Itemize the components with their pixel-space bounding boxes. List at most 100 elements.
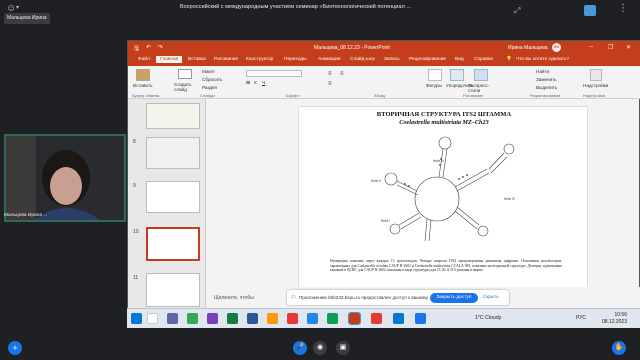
app-icon[interactable] (287, 313, 298, 324)
tab-view[interactable]: Вид (455, 57, 464, 62)
clipboard-icon[interactable] (136, 69, 150, 81)
excel-icon[interactable] (227, 313, 238, 324)
tab-animation[interactable]: Анимация (318, 57, 341, 62)
bottom-controls: + 🎤 ◉ ▣ ✋ (0, 336, 640, 360)
app-icon[interactable] (327, 313, 338, 324)
tab-slideshow[interactable]: Слайд-шоу (350, 57, 375, 62)
slide-thumbnail[interactable] (146, 181, 200, 213)
shapes-button[interactable]: Фигуры (426, 83, 442, 88)
slide-canvas[interactable]: ВТОРИЧНАЯ СТРУКТУРА ITS2 ШТАММА Coelastr… (298, 106, 588, 289)
app-icon[interactable] (167, 313, 178, 324)
numbering-icon[interactable]: ≡ (340, 71, 344, 77)
screen-share-bar: ▭ Приложению bbb233.bspu.ru предоставлен… (287, 290, 509, 305)
chrome-icon[interactable] (307, 313, 318, 324)
clock-date[interactable]: 08.12.2023 (597, 319, 627, 325)
new-slide-button[interactable]: Создать слайд (174, 82, 198, 92)
tab-design[interactable]: Конструктор (246, 57, 273, 62)
tab-review[interactable]: Рецензирование (409, 57, 446, 62)
helix-label: Helix I (381, 219, 390, 223)
addins-icon[interactable] (590, 69, 602, 81)
hide-button[interactable]: Скрыть (483, 294, 499, 299)
undo-icon[interactable]: ↶ (146, 44, 151, 51)
maximize-icon[interactable]: ⤢ (514, 6, 520, 16)
camera-icon[interactable]: ◉ (313, 341, 327, 355)
slide-caption: Нумерация показана через каждые 15 нукле… (330, 259, 562, 272)
align-icon[interactable]: ≡ (328, 81, 332, 87)
select-button[interactable]: Выделить (536, 85, 557, 90)
stop-sharing-button[interactable]: Закрыть доступ (430, 293, 478, 303)
new-slide-icon[interactable] (178, 69, 192, 79)
tab-file[interactable]: Файл (138, 57, 150, 62)
redo-icon[interactable]: ↷ (158, 44, 163, 51)
slide-thumbnail[interactable] (146, 103, 200, 129)
paste-button[interactable]: Вставить (133, 83, 152, 88)
webcam-participant-name: Мальцева Ирина ... (4, 213, 48, 218)
group-label-paragraph: Абзац (374, 93, 386, 98)
slide-thumbnail-selected[interactable] (146, 227, 200, 261)
thumb-number: 9 (133, 183, 136, 189)
its2-secondary-structure-diagram (384, 136, 515, 242)
word-icon[interactable] (247, 313, 258, 324)
shapes-icon[interactable] (428, 69, 442, 81)
app-icon[interactable] (267, 313, 278, 324)
group-label-drawing: Рисование (463, 93, 484, 98)
slide-thumbnail[interactable] (146, 137, 200, 169)
search-icon[interactable] (147, 313, 158, 324)
bullets-icon[interactable]: ≡ (328, 71, 332, 77)
tab-draw[interactable]: Рисование (214, 57, 238, 62)
save-icon[interactable]: 🖫 (134, 44, 139, 54)
helix-label: Helix III (433, 159, 444, 163)
app-icon[interactable] (415, 313, 426, 324)
microphone-icon[interactable]: 🎤 (293, 341, 307, 355)
font-name-select[interactable] (246, 70, 302, 77)
windows-taskbar: 1°C Cloudy РУС 10:56 08.12.2023 (127, 308, 640, 328)
pdf-icon[interactable] (371, 313, 382, 324)
add-button[interactable]: + (8, 341, 22, 355)
section-button[interactable]: Раздел (202, 85, 217, 90)
layout-button[interactable]: Макет (202, 69, 215, 74)
addins-button[interactable]: Надстройки (583, 83, 608, 88)
tab-home[interactable]: Главная (156, 56, 183, 63)
screen-share-icon[interactable]: ▣ (336, 341, 350, 355)
bold-icon[interactable]: Ж (246, 80, 250, 85)
slide-thumbnails: 8 9 10 11 (128, 99, 206, 316)
participants-icon[interactable]: ⋮ (618, 3, 628, 14)
arrange-icon[interactable] (450, 69, 464, 81)
avatar[interactable]: ИМ (552, 43, 561, 52)
notes-placeholder: Щелкните, чтобы (214, 295, 254, 301)
tab-help[interactable]: Справка (474, 57, 493, 62)
app-icon[interactable] (393, 313, 404, 324)
ribbon: Вставить Создать слайд Макет Сбросить Ра… (128, 66, 640, 99)
chevron-down-icon[interactable]: ▾ (16, 4, 19, 11)
find-button[interactable]: Найти (536, 69, 549, 74)
tell-me-input[interactable]: Что вы хотите сделать? (516, 57, 569, 62)
quick-styles-icon[interactable] (474, 69, 488, 81)
user-name: Ирина Мальцева (508, 45, 548, 51)
italic-icon[interactable]: К (254, 80, 257, 85)
restore-icon[interactable]: ❐ (608, 44, 613, 51)
group-label-slides: Слайды (200, 93, 215, 98)
slide-thumbnail[interactable] (146, 273, 200, 307)
minimize-icon[interactable]: – (590, 44, 593, 50)
raise-hand-icon[interactable]: ✋ (612, 341, 626, 355)
tab-record[interactable]: Запись (384, 57, 400, 62)
webcam-tile[interactable] (4, 134, 126, 222)
reset-button[interactable]: Сбросить (202, 77, 222, 82)
underline-icon[interactable]: Ч (262, 80, 265, 85)
ppt-titlebar: 🖫 ↶ ↷ Мальцева_08.12.23 - PowerPoint Ири… (128, 41, 640, 55)
language-indicator[interactable]: РУС (576, 315, 586, 321)
app-icon[interactable] (187, 313, 198, 324)
app-icon[interactable] (207, 313, 218, 324)
chat-icon[interactable] (584, 5, 596, 16)
start-icon[interactable] (131, 313, 142, 324)
ribbon-tabs: Файл Главная Вставка Рисование Конструкт… (128, 55, 640, 66)
replace-button[interactable]: Заменить (536, 77, 557, 82)
slide-title: ВТОРИЧНАЯ СТРУКТУРА ITS2 ШТАММА (376, 111, 512, 118)
powerpoint-icon[interactable] (348, 312, 361, 325)
tab-insert[interactable]: Вставка (188, 57, 206, 62)
quick-styles-button[interactable]: Экспресс-стили (468, 83, 496, 93)
tab-transitions[interactable]: Переходы (284, 57, 307, 62)
weather-widget[interactable]: 1°C Cloudy (475, 315, 501, 321)
clock-time[interactable]: 10:56 (597, 312, 627, 318)
close-icon[interactable]: ✕ (626, 44, 631, 51)
